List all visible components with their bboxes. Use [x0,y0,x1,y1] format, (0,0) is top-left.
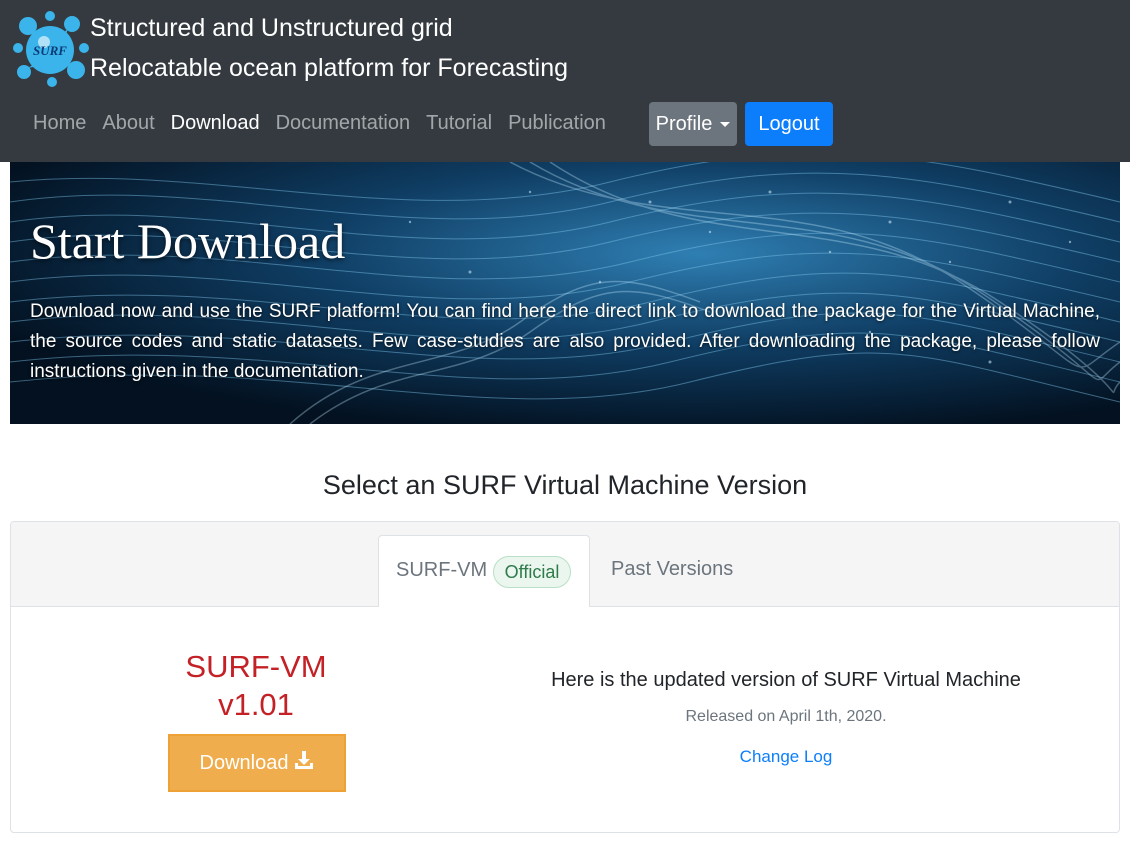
nav-download[interactable]: Download [171,112,260,135]
tab-past-versions[interactable]: Past Versions [611,558,733,581]
profile-label: Profile [655,112,713,135]
hero-banner: Start Download Download now and use the … [10,162,1120,424]
brand-title-line2: Relocatable ocean platform for Forecasti… [90,54,569,82]
caret-down-icon [720,121,731,127]
official-badge: Official [493,556,571,588]
svg-text:SURF: SURF [33,43,67,58]
hero-description: Download now and use the SURF platform! … [30,301,1100,382]
download-button[interactable]: Download [168,734,346,792]
download-label: Download [199,751,289,774]
version-tabs: SURF-VM Official Past Versions [11,522,1119,607]
nav-about[interactable]: About [102,112,154,135]
change-log-link[interactable]: Change Log [531,747,1041,767]
download-icon [294,750,314,776]
logout-button[interactable]: Logout [745,102,833,146]
version-number: v1.01 [218,687,294,722]
release-date: Released on April 1th, 2020. [685,708,887,725]
version-name-line1: SURF-VM [185,649,327,684]
version-description: Here is the updated version of SURF Virt… [551,669,1021,691]
tab-surf-vm[interactable]: SURF-VM Official [378,535,590,607]
surf-logo[interactable]: SURF [10,8,90,88]
nav-documentation[interactable]: Documentation [276,112,411,135]
profile-dropdown-button[interactable]: Profile [649,102,737,146]
version-name: SURF-VM v1.01 [131,648,381,724]
nav-publication[interactable]: Publication [508,112,606,135]
page-title: Start Download [30,213,346,269]
nav-tutorial[interactable]: Tutorial [426,112,492,135]
main-nav: Home About Download Documentation Tutori… [33,106,622,140]
version-card: SURF-VM Official Past Versions SURF-VM v… [10,521,1120,833]
brand-title-line1: Structured and Unstructured grid [90,14,453,42]
nav-home[interactable]: Home [33,112,86,135]
tab-surf-vm-label: SURF-VM [396,559,488,581]
top-navbar: SURF Structured and Unstructured grid Re… [0,0,1130,162]
section-title: Select an SURF Virtual Machine Version [322,470,808,500]
